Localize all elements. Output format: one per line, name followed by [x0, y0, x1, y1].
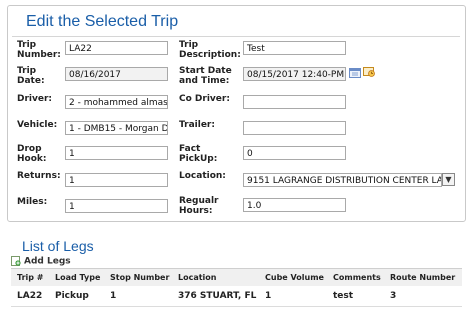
trip-date-label: Trip Date: — [17, 66, 45, 86]
table-cell: test — [333, 291, 354, 301]
chevron-down-icon[interactable]: ▼ — [442, 173, 455, 186]
column-header[interactable]: Load Type — [55, 273, 100, 282]
add-icon — [11, 256, 21, 266]
trailer-field[interactable] — [243, 121, 346, 135]
table-cell: Pickup — [55, 291, 89, 301]
co-driver-field[interactable] — [243, 95, 346, 109]
driver-field[interactable]: 2 - mohammed almasri — [65, 95, 168, 109]
add-legs-button[interactable]: Add Legs — [11, 256, 71, 268]
table-cell: 1 — [265, 291, 272, 301]
start-date-time-label: Start Date and Time: — [179, 66, 232, 86]
trip-number-label: Trip Number: — [17, 40, 61, 60]
miles-label: Miles: — [17, 197, 48, 207]
page-title: Edit the Selected Trip — [26, 13, 179, 30]
add-legs-label: Add Legs — [24, 256, 71, 267]
fact-pickup-field[interactable]: 0 — [243, 146, 346, 160]
trip-date-field[interactable]: 08/16/2017 — [65, 67, 168, 81]
table-cell: LA22 — [17, 291, 43, 301]
fact-pickup-label: Fact PickUp: — [179, 144, 218, 164]
drop-hook-field[interactable]: 1 — [65, 146, 168, 160]
vehicle-label: Vehicle: — [17, 120, 58, 130]
column-header[interactable]: Trip # — [17, 273, 43, 282]
legs-section-title: List of Legs — [22, 238, 94, 254]
start-date-time-field[interactable]: 08/15/2017 12:40-PM — [243, 67, 346, 81]
driver-label: Driver: — [17, 94, 53, 104]
returns-field[interactable]: 1 — [65, 173, 168, 187]
legs-table-header: Trip # Load Type Stop Number Location Cu… — [11, 268, 462, 287]
location-select[interactable]: 9151 LAGRANGE DISTRIBUTION CENTER LADC — [243, 173, 442, 187]
clock-icon[interactable] — [363, 66, 375, 77]
column-header[interactable]: Route Number — [390, 273, 455, 282]
table-cell: 1 — [110, 291, 117, 301]
returns-label: Returns: — [17, 171, 61, 181]
column-header[interactable]: Stop Number — [110, 273, 169, 282]
location-label: Location: — [179, 171, 226, 181]
miles-field[interactable]: 1 — [65, 199, 168, 213]
regular-hours-label: Regualr Hours: — [179, 196, 219, 216]
column-header[interactable]: Location — [178, 273, 217, 282]
co-driver-label: Co Driver: — [179, 94, 230, 104]
drop-hook-label: Drop Hook: — [17, 144, 47, 164]
trip-description-label: Trip Description: — [179, 40, 241, 60]
vehicle-field[interactable]: 1 - DMB15 - Morgan De — [65, 121, 168, 135]
table-cell: 3 — [390, 291, 397, 301]
column-header[interactable]: Comments — [333, 273, 381, 282]
column-header[interactable]: Cube Volume — [265, 273, 324, 282]
trip-number-field[interactable]: LA22 — [65, 41, 168, 55]
regular-hours-field[interactable]: 1.0 — [243, 198, 346, 212]
trip-description-field[interactable]: Test — [243, 41, 346, 55]
trailer-label: Trailer: — [179, 120, 215, 130]
calendar-icon[interactable] — [349, 67, 361, 78]
table-row[interactable]: LA22 Pickup 1 376 STUART, FL 1 test 3 — [11, 286, 462, 307]
table-cell: 376 STUART, FL — [178, 291, 257, 301]
